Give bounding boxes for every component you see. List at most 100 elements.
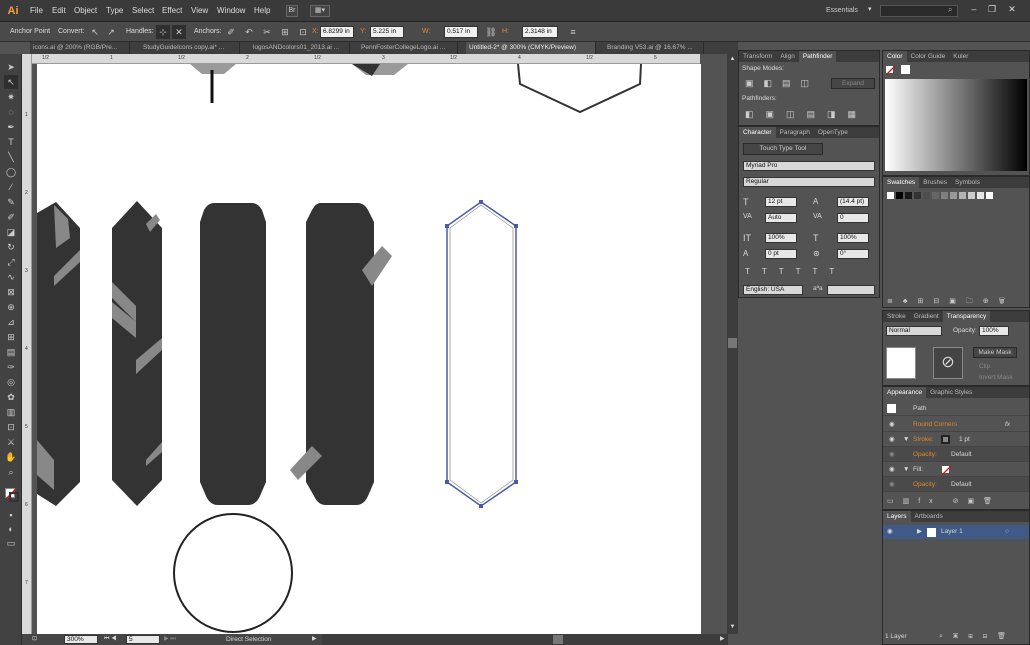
stroke-color-swatch[interactable]: [941, 435, 950, 444]
layer-row[interactable]: ◉ ▶ Layer 1 ○: [883, 525, 1029, 539]
tab-stroke[interactable]: Stroke: [883, 311, 910, 322]
status-menu-icon[interactable]: ▶: [312, 634, 317, 645]
line-tool-icon[interactable]: ╲: [4, 150, 18, 164]
pathfinder-icons[interactable]: ◧▣◫▤◨▦: [745, 109, 868, 120]
tab-align[interactable]: Align: [776, 51, 798, 62]
visibility-eye-icon[interactable]: ◉: [889, 432, 895, 447]
fx-icon[interactable]: fx: [1005, 417, 1010, 432]
zoom-field[interactable]: 300%: [64, 635, 98, 644]
menu-select[interactable]: Select: [132, 0, 154, 22]
stroke-weight[interactable]: 1 pt: [959, 432, 970, 447]
anti-alias-select[interactable]: [827, 285, 875, 295]
artboard-canvas[interactable]: [37, 64, 701, 634]
minimize-icon[interactable]: –: [966, 3, 982, 15]
stroke-label[interactable]: Stroke:: [913, 432, 934, 447]
tracking-field[interactable]: 0: [837, 213, 869, 223]
selected-path-outline[interactable]: [446, 201, 517, 507]
gradient-tool-icon[interactable]: ▤: [4, 345, 18, 359]
panel-menu-icon[interactable]: ≡: [566, 25, 580, 39]
scroll-up-icon[interactable]: ▲: [728, 56, 737, 64]
rotation-field[interactable]: 0°: [837, 249, 869, 259]
warp-tool-icon[interactable]: ∿: [4, 270, 18, 284]
visibility-eye-icon[interactable]: ◉: [889, 417, 895, 432]
layer-expand-icon[interactable]: ▶: [917, 525, 922, 539]
tab-artboards[interactable]: Artboards: [911, 511, 947, 522]
tab-color-guide[interactable]: Color Guide: [907, 51, 950, 62]
scroll-down-icon[interactable]: ▼: [728, 624, 737, 632]
anchor-point[interactable]: [514, 480, 518, 484]
expand-triangle-icon[interactable]: ▼: [903, 462, 909, 477]
artboard-tool-icon[interactable]: ⊡: [4, 420, 18, 434]
direct-selection-tool-icon[interactable]: ↖: [4, 75, 18, 89]
connect-anchor-icon[interactable]: ↶: [242, 25, 256, 39]
transform-icon[interactable]: ⊡: [296, 25, 310, 39]
tab-graphic-styles[interactable]: Graphic Styles: [926, 387, 976, 398]
appearance-stroke-row[interactable]: ◉ ▼ Stroke: 1 pt: [883, 432, 1029, 447]
no-mask-icon[interactable]: ⊘: [933, 347, 963, 379]
menu-object[interactable]: Object: [74, 0, 97, 22]
tab-symbols[interactable]: Symbols: [951, 177, 984, 188]
expand-button[interactable]: Expand: [831, 78, 875, 89]
paintbrush-icon[interactable]: ⁄: [4, 180, 18, 194]
visibility-eye-icon[interactable]: ◉: [889, 477, 895, 492]
help-search-input[interactable]: [880, 5, 958, 17]
pencil-icon[interactable]: ✎: [4, 195, 18, 209]
cut-path-icon[interactable]: ✂: [260, 25, 274, 39]
color-mode-icon[interactable]: ▪: [4, 508, 18, 522]
expand-triangle-icon[interactable]: ▼: [903, 432, 909, 447]
pen-tool-icon[interactable]: ✒: [4, 120, 18, 134]
swatch[interactable]: [904, 191, 913, 200]
constrain-link-icon[interactable]: ⛓: [484, 25, 498, 39]
eyedropper-icon[interactable]: ✑: [4, 360, 18, 374]
graph-tool-icon[interactable]: ▥: [4, 405, 18, 419]
blend-mode-select[interactable]: Normal: [886, 326, 942, 336]
swatch-grid[interactable]: [886, 191, 1026, 202]
tab-swatches[interactable]: Swatches: [883, 177, 920, 188]
menu-type[interactable]: Type: [106, 0, 123, 22]
menu-window[interactable]: Window: [217, 0, 245, 22]
convert-corner-icon[interactable]: ↖: [88, 25, 102, 39]
artboard-nav-icon[interactable]: ⊡: [32, 635, 44, 644]
anchor-point[interactable]: [445, 224, 449, 228]
menu-effect[interactable]: Effect: [162, 0, 182, 22]
rotate-tool-icon[interactable]: ↻: [4, 240, 18, 254]
show-handles-icon[interactable]: ⊹: [156, 25, 170, 39]
swatch[interactable]: [940, 191, 949, 200]
type-tool-icon[interactable]: T: [4, 135, 18, 149]
leading-field[interactable]: (14.4 pt): [837, 197, 869, 207]
next-artboard-icon[interactable]: ▶ ⏭: [164, 634, 176, 645]
layers-footer-icons[interactable]: ⌕▣⊞⊟🗑: [939, 632, 1016, 641]
kerning-field[interactable]: Auto: [765, 213, 797, 223]
fill-none-swatch[interactable]: [941, 465, 951, 475]
bridge-button[interactable]: Br: [286, 5, 298, 17]
swatch[interactable]: [967, 191, 976, 200]
swatch[interactable]: [895, 191, 904, 200]
color-spectrum[interactable]: [885, 79, 1027, 171]
round-corners-effect[interactable]: Round Corners: [913, 417, 957, 432]
swatch-footer-icons[interactable]: ≣♣⊞⊟▣🗀⊕🗑: [887, 297, 1015, 308]
tab-icons[interactable]: icons.ai @ 200% (RGB/Pre...: [30, 42, 130, 54]
selection-tool-icon[interactable]: ➤: [4, 60, 18, 74]
make-mask-button[interactable]: Make Mask: [973, 347, 1017, 358]
color-stroke-icon[interactable]: [901, 65, 910, 74]
appearance-opacity2-row[interactable]: ◉ Opacity: Default: [883, 477, 1029, 492]
bar-shape-3[interactable]: [200, 203, 266, 505]
eraser-icon[interactable]: ◪: [4, 225, 18, 239]
remove-anchor-icon[interactable]: ✐: [224, 25, 238, 39]
menu-help[interactable]: Help: [254, 0, 270, 22]
layer-visibility-icon[interactable]: ◉: [887, 525, 893, 539]
appearance-opacity-row[interactable]: ◉ Opacity: Default: [883, 447, 1029, 462]
layer-target-icon[interactable]: ○: [1005, 525, 1009, 539]
opacity-field[interactable]: 100%: [979, 326, 1009, 336]
free-transform-icon[interactable]: ⊠: [4, 285, 18, 299]
swatch[interactable]: [985, 191, 994, 200]
screen-mode-icon[interactable]: ▭: [4, 536, 18, 550]
tab-transform[interactable]: Transform: [739, 51, 776, 62]
anchor-point[interactable]: [445, 480, 449, 484]
tab-logos[interactable]: logosANDcolors01_2013.ai ...: [250, 42, 350, 54]
language-select[interactable]: English: USA: [743, 285, 803, 295]
scale-tool-icon[interactable]: ⤢: [4, 255, 18, 269]
text-style-icons[interactable]: TTTTTT: [745, 267, 846, 276]
stroke-swatch-icon[interactable]: [9, 492, 19, 502]
appearance-fill-row[interactable]: ◉ ▼ Fill:: [883, 462, 1029, 477]
